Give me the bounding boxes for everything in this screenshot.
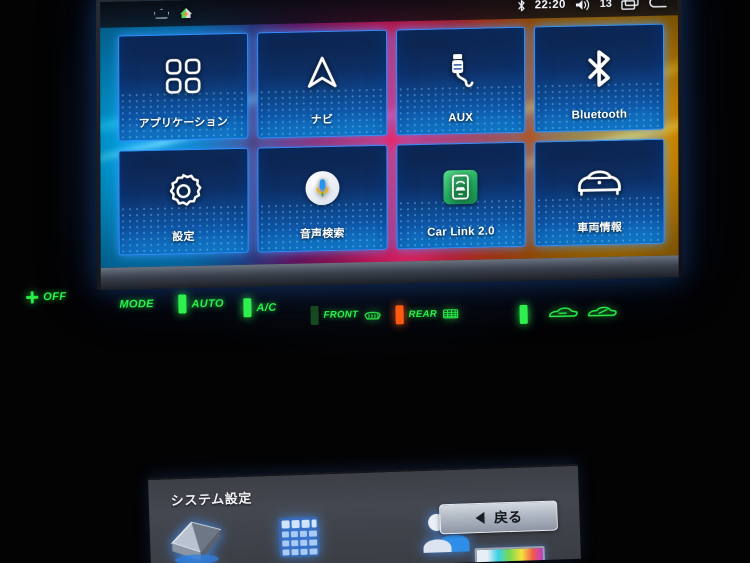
tile-applications[interactable]: アプリケーション <box>118 32 249 142</box>
fan-icon <box>26 291 39 304</box>
tile-aux[interactable]: AUX <box>395 26 526 135</box>
tile-label: ナビ <box>310 113 334 126</box>
hvac-auto-label: AUTO <box>191 297 225 310</box>
recent-apps-icon[interactable] <box>621 0 639 11</box>
status-clock: 22:20 <box>534 0 566 12</box>
dashboard-photo: 22:20 13 アプリケーション ナビ AUX Bluetooth 設定 音声… <box>0 0 750 563</box>
tile-label: 車両情報 <box>577 221 623 235</box>
tile-settings[interactable]: 設定 <box>118 147 249 256</box>
android-home-screen: 22:20 13 アプリケーション ナビ AUX Bluetooth 設定 音声… <box>100 0 679 268</box>
system-settings-icon-row <box>165 507 479 563</box>
home-icon[interactable] <box>154 8 169 18</box>
hvac-mode-button[interactable]: MODE <box>119 298 154 311</box>
hvac-auto-indicator <box>178 294 187 314</box>
color-display-icon[interactable] <box>474 545 546 563</box>
tile-car-link[interactable]: Car Link 2.0 <box>395 141 526 250</box>
tile-label: AUX <box>448 111 474 124</box>
aux-jack-icon <box>397 28 525 113</box>
hvac-mode-label: MODE <box>119 298 155 311</box>
hvac-ac-label: A/C <box>256 301 277 314</box>
hvac-ac-button[interactable]: A/C <box>243 298 277 318</box>
hvac-front-defrost-button[interactable]: FRONT <box>310 305 381 326</box>
disk-storage-icon[interactable] <box>165 515 227 563</box>
volume-level: 13 <box>599 0 612 11</box>
left-triangle-icon <box>474 511 485 525</box>
tile-label: Bluetooth <box>571 107 628 122</box>
hvac-rear-defrost-button[interactable]: REAR <box>395 304 458 325</box>
hvac-airflow-left-indicator <box>519 304 528 324</box>
tile-vehicle-info[interactable]: 車両情報 <box>534 138 665 247</box>
keyboard-icon[interactable] <box>271 512 329 563</box>
tile-bluetooth[interactable]: Bluetooth <box>534 23 665 132</box>
bluetooth-icon <box>535 25 663 110</box>
tile-label: Car Link 2.0 <box>427 225 495 239</box>
climate-control-panel: OFF MODE AUTO A/C FRONT REAR <box>0 272 750 350</box>
navigation-arrow-icon <box>258 31 386 112</box>
system-settings-title: システム設定 <box>170 490 253 509</box>
hvac-rear-label: REAR <box>408 308 438 321</box>
airflow-face-icon <box>548 307 578 318</box>
hvac-front-label: FRONT <box>323 309 359 321</box>
hvac-airflow-right-button[interactable] <box>585 302 617 323</box>
app-shortcut-icon[interactable] <box>179 7 193 19</box>
microphone-icon <box>305 170 340 206</box>
tile-navigation[interactable]: ナビ <box>256 29 387 139</box>
front-defrost-icon <box>364 311 381 320</box>
lower-system-settings-screen: システム設定 戻る <box>148 463 581 563</box>
tile-label: 音声検索 <box>299 227 345 241</box>
hvac-ac-indicator <box>243 298 252 318</box>
tile-label: アプリケーション <box>138 115 228 130</box>
screen-divider <box>148 463 578 478</box>
bluetooth-icon <box>517 0 526 13</box>
back-button-label: 戻る <box>493 508 523 526</box>
hvac-front-indicator <box>310 305 319 326</box>
apps-grid-icon <box>119 34 247 115</box>
hvac-rear-indicator <box>395 305 404 325</box>
car-front-icon <box>536 139 664 220</box>
hvac-off-button[interactable]: OFF <box>26 290 67 304</box>
tile-label: 設定 <box>172 230 195 244</box>
volume-icon[interactable] <box>575 0 591 11</box>
head-unit-screen: 22:20 13 アプリケーション ナビ AUX Bluetooth 設定 音声… <box>96 0 683 291</box>
back-icon[interactable] <box>648 0 668 10</box>
tile-voice-search[interactable]: 音声検索 <box>257 144 388 253</box>
hvac-auto-button[interactable]: AUTO <box>178 294 224 314</box>
rear-defrost-icon <box>442 309 458 319</box>
app-tile-grid: アプリケーション ナビ AUX Bluetooth 設定 音声検索 Car Li… <box>100 15 678 268</box>
car-link-icon <box>443 169 478 205</box>
gear-icon <box>119 148 247 229</box>
airflow-feet-icon <box>587 306 617 317</box>
hvac-airflow-left-button[interactable] <box>519 303 578 324</box>
back-button[interactable]: 戻る <box>439 500 558 535</box>
hvac-off-label: OFF <box>43 290 67 304</box>
